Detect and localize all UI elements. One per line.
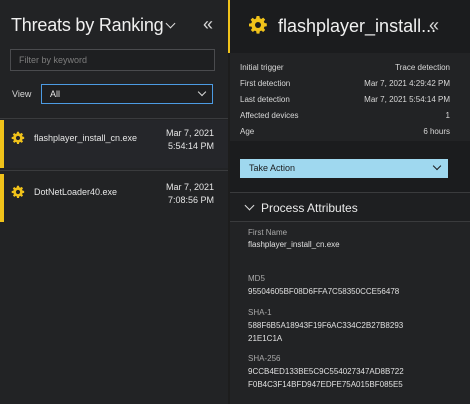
detail-value: Trace detection [395,63,450,72]
filter-by-keyword-input[interactable] [10,49,215,71]
selected-indicator [0,120,4,168]
gear-icon [11,185,25,199]
attribute-value: 588F6B5A18943F19F6AC334C2B27B8293 21E1C1… [248,321,404,343]
detail-key: First detection [240,79,291,88]
threat-date: Mar 7, 2021 [165,182,214,192]
gear-icon [11,131,25,145]
chevron-down-icon [244,200,255,211]
threat-list-item[interactable]: DotNetLoader40.exe Mar 7, 2021 7:08:56 P… [0,174,228,222]
threat-name: DotNetLoader40.exe [34,187,118,197]
view-label: View [12,89,32,99]
attribute-key: SHA-256 [248,354,281,363]
view-select-value: All [50,89,61,99]
chevron-down-icon [432,161,442,171]
attribute-value: flashplayer_install_cn.exe [248,240,340,249]
detail-value: 1 [445,111,450,120]
attribute-value: 9CCB4ED133BE5C9C554027347AD8B722 F0B4C3F… [248,367,404,389]
threat-list-item[interactable]: flashplayer_install_cn.exe Mar 7, 2021 5… [0,120,228,168]
process-attributes-title: Process Attributes [261,201,358,215]
attribute-key: First Name [248,228,288,237]
detail-value: Mar 7, 2021 4:29:42 PM [364,79,450,88]
gear-icon [249,16,267,34]
detail-key: Affected devices [240,111,299,120]
details-title: flashplayer_install... [278,16,437,36]
detail-value: Mar 7, 2021 5:54:14 PM [364,95,450,104]
threat-date: Mar 7, 2021 [165,128,214,138]
attribute-value: 95504605BF08D6FFA7C58350CCE56478 [248,287,400,296]
view-select[interactable]: All [41,84,213,104]
collapse-left-panel-button[interactable]: « [203,14,213,35]
attribute-key: MD5 [248,274,265,283]
divider [0,118,228,119]
detail-key: Last detection [240,95,290,104]
detail-key: Age [240,127,255,136]
threat-name: flashplayer_install_cn.exe [34,133,138,143]
threat-timestamp: Mar 7, 2021 5:54:14 PM [166,127,214,153]
chevron-down-icon [197,87,207,97]
process-attributes-toggle[interactable]: Process Attributes [230,192,470,222]
threat-details-panel: flashplayer_install... « Initial trigger… [230,0,470,404]
take-action-label: Take Action [249,163,296,173]
threat-timestamp: Mar 7, 2021 7:08:56 PM [166,181,214,207]
collapse-right-panel-button[interactable]: « [429,15,439,36]
process-attributes-list: First Name flashplayer_install_cn.exe MD… [230,222,470,404]
threats-ranking-dropdown[interactable]: Threats by Ranking [11,15,176,36]
details-header: flashplayer_install... « [230,0,470,53]
detail-value: 6 hours [423,127,450,136]
detection-summary: Initial trigger Trace detection First de… [230,53,470,141]
threats-panel: Threats by Ranking « View All flashplaye… [0,0,228,404]
severity-indicator [0,174,4,222]
divider [0,170,228,171]
threat-time: 7:08:56 PM [167,195,214,205]
take-action-dropdown[interactable]: Take Action [240,159,448,178]
attribute-key: SHA-1 [248,308,272,317]
panel-title: Threats by Ranking [11,15,164,35]
chevron-down-icon [166,18,176,29]
threat-time: 5:54:14 PM [167,141,214,151]
detail-key: Initial trigger [240,63,284,72]
